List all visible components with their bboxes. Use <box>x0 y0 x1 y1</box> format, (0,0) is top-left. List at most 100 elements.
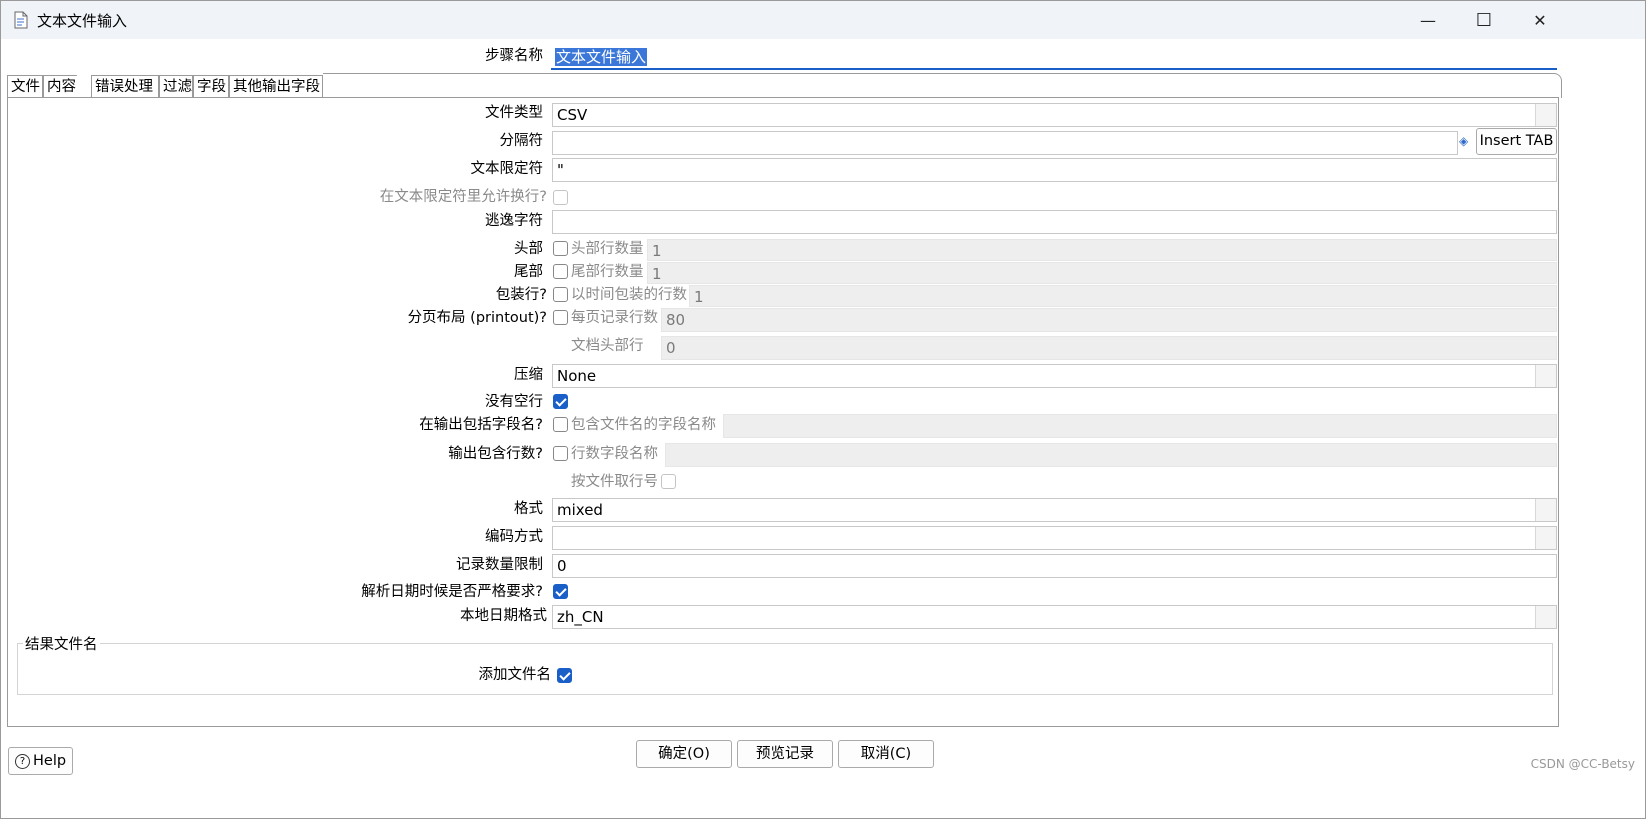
window-title: 文本文件输入 <box>37 12 128 30</box>
ok-button[interactable]: 确定(O) <box>636 740 732 768</box>
limit-input[interactable]: 0 <box>552 554 1557 578</box>
help-label: Help <box>33 753 67 769</box>
help-button[interactable]: ? Help <box>8 747 73 775</box>
encoding-select[interactable] <box>552 526 1557 550</box>
rownum-by-file-checkbox[interactable] <box>661 474 676 489</box>
locale-value: zh_CN <box>557 608 604 626</box>
no-empty-lines-label: 没有空行 <box>485 394 543 410</box>
tab-file-label: 文件 <box>11 79 40 95</box>
lines-per-page-value: 80 <box>666 311 686 329</box>
compression-value: None <box>557 367 597 385</box>
file-type-select[interactable]: CSV <box>552 103 1557 127</box>
footer-lines-input[interactable]: 1 <box>647 262 1557 284</box>
close-button[interactable]: ✕ <box>1511 1 1569 39</box>
wrap-lines-input[interactable]: 1 <box>689 285 1557 307</box>
close-icon: ✕ <box>1533 10 1547 30</box>
step-name-input[interactable]: 文本文件输入 <box>551 46 1557 70</box>
minimize-button[interactable]: — <box>1399 1 1457 39</box>
header-lines-input[interactable]: 1 <box>647 239 1557 261</box>
wrap-checkbox[interactable] <box>553 287 568 302</box>
footer-checkbox[interactable] <box>553 264 568 279</box>
doc-header-label: 文档头部行 <box>571 338 644 354</box>
format-select[interactable]: mixed <box>552 498 1557 522</box>
file-type-value: CSV <box>557 106 588 124</box>
rownum-field-input[interactable] <box>665 443 1557 467</box>
help-icon: ? <box>15 753 30 769</box>
footer-label: 尾部 <box>514 264 543 280</box>
separator-input[interactable] <box>552 131 1458 155</box>
result-filename-group <box>17 643 1553 695</box>
header-label: 头部 <box>514 241 543 257</box>
locale-select[interactable]: zh_CN <box>552 605 1557 629</box>
allow-breaks-checkbox[interactable] <box>553 190 568 205</box>
format-label: 格式 <box>514 501 543 517</box>
footer-lines-label: 尾部行数量 <box>571 264 644 280</box>
tab-fields-label: 字段 <box>197 79 226 95</box>
enclosure-value: " <box>557 161 564 179</box>
variable-icon: ◈ <box>1459 134 1469 148</box>
tab-filter[interactable]: 过滤 <box>159 75 193 97</box>
tab-file[interactable]: 文件 <box>7 75 43 97</box>
insert-tab-label: Insert TAB <box>1479 133 1554 149</box>
result-filename-title: 结果文件名 <box>23 633 100 654</box>
wrap-label: 包装行? <box>495 287 547 303</box>
title-bar: 文本文件输入 — ☐ ✕ <box>1 1 1645 39</box>
paged-layout-label: 分页布局 (printout)? <box>407 310 547 326</box>
tab-error-handling-label: 错误处理 <box>95 79 153 95</box>
encoding-label: 编码方式 <box>485 529 543 545</box>
cancel-button[interactable]: 取消(C) <box>838 740 934 768</box>
escape-input[interactable] <box>552 210 1557 234</box>
add-filename-label: 添加文件名 <box>478 667 552 683</box>
preview-button[interactable]: 预览记录 <box>737 740 833 768</box>
lines-per-page-label: 每页记录行数 <box>571 310 658 326</box>
footer-lines-value: 1 <box>652 265 662 283</box>
limit-label: 记录数量限制 <box>456 557 543 573</box>
filename-field-input[interactable] <box>723 414 1557 438</box>
format-value: mixed <box>557 501 603 519</box>
tab-other-output-fields[interactable]: 其他输出字段 <box>229 75 323 97</box>
rownum-by-file-label: 按文件取行号 <box>571 474 658 490</box>
limit-value: 0 <box>557 557 567 575</box>
doc-header-value: 0 <box>666 339 676 357</box>
content-panel <box>7 97 1559 727</box>
insert-tab-button[interactable]: Insert TAB <box>1476 128 1557 155</box>
doc-header-input[interactable]: 0 <box>661 336 1557 360</box>
no-empty-lines-checkbox[interactable] <box>553 394 568 409</box>
preview-label: 预览记录 <box>756 746 814 762</box>
header-checkbox[interactable] <box>553 241 568 256</box>
chevron-down-icon <box>1535 365 1556 387</box>
tab-other-output-fields-label: 其他输出字段 <box>233 79 320 95</box>
rownum-field-label: 行数字段名称 <box>571 446 658 462</box>
allow-breaks-label: 在文本限定符里允许换行? <box>379 189 547 205</box>
add-filename-checkbox[interactable] <box>557 668 572 683</box>
lines-per-page-input[interactable]: 80 <box>661 308 1557 332</box>
wrap-lines-value: 1 <box>694 288 704 306</box>
chevron-down-icon <box>1535 499 1556 521</box>
chevron-down-icon <box>1535 606 1556 628</box>
tab-error-handling[interactable]: 错误处理 <box>91 75 159 97</box>
escape-label: 逃逸字符 <box>485 213 543 229</box>
filename-field-label: 包含文件名的字段名称 <box>571 417 716 433</box>
paged-layout-checkbox[interactable] <box>553 310 568 325</box>
include-filename-checkbox[interactable] <box>553 417 568 432</box>
maximize-button[interactable]: ☐ <box>1455 1 1513 39</box>
enclosure-input[interactable]: " <box>552 158 1557 182</box>
include-rownum-checkbox[interactable] <box>553 446 568 461</box>
text-file-icon <box>14 11 28 29</box>
compression-label: 压缩 <box>514 367 543 383</box>
header-lines-label: 头部行数量 <box>571 241 644 257</box>
separator-label: 分隔符 <box>499 133 544 149</box>
watermark: CSDN @CC-Betsy <box>1530 757 1635 771</box>
cancel-label: 取消(C) <box>860 746 912 762</box>
tab-content-label: 内容 <box>47 79 76 95</box>
compression-select[interactable]: None <box>552 364 1557 388</box>
tab-content[interactable]: 内容 <box>43 75 91 98</box>
tab-strip-border <box>323 73 1562 98</box>
dialog-window: 文本文件输入 — ☐ ✕ 步骤名称 文本文件输入 文件 内容 错误处理 过滤 字… <box>0 0 1646 819</box>
strict-date-checkbox[interactable] <box>553 584 568 599</box>
minimize-icon: — <box>1420 10 1436 30</box>
header-lines-value: 1 <box>652 242 662 260</box>
chevron-down-icon <box>1535 104 1556 126</box>
strict-date-label: 解析日期时候是否严格要求? <box>361 584 543 600</box>
tab-fields[interactable]: 字段 <box>193 75 229 97</box>
